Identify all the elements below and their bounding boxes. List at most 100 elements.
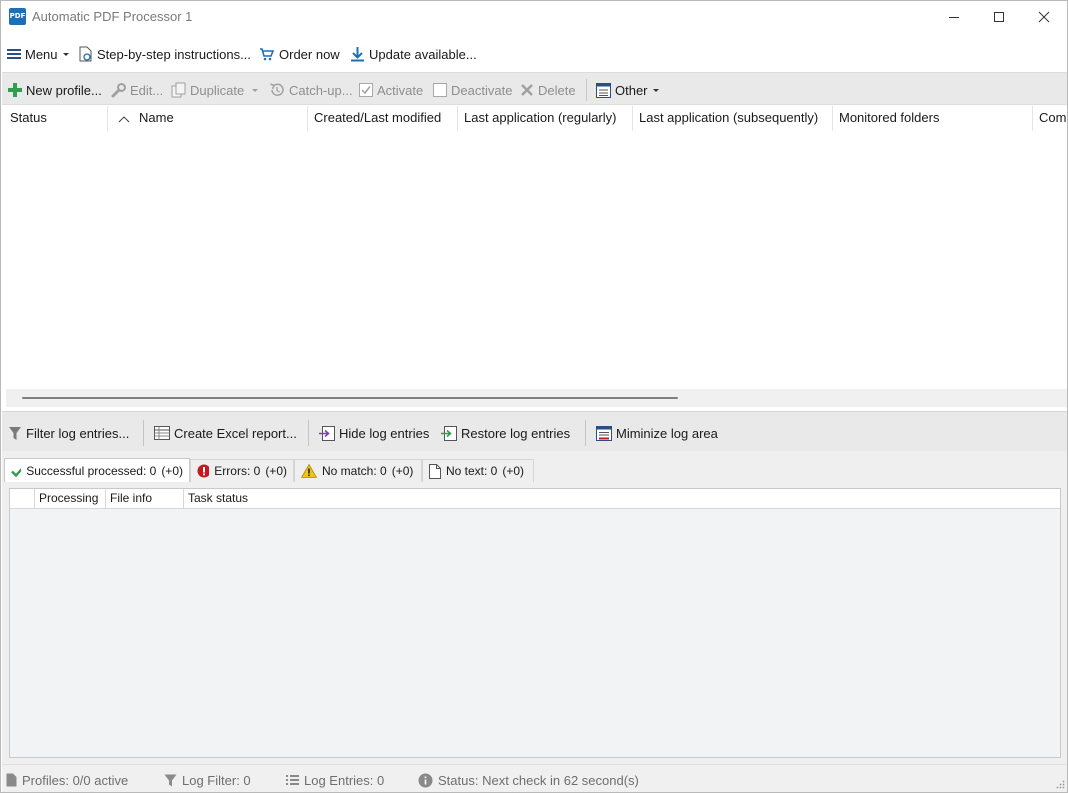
close-icon — [1038, 11, 1050, 23]
filter-log-label: Filter log entries... — [26, 425, 130, 441]
window-title: Automatic PDF Processor 1 — [32, 9, 193, 24]
tab-successful-label: Successful processed: 0 — [26, 463, 157, 478]
toolbar-divider — [143, 420, 144, 446]
hide-log-label: Hide log entries — [339, 425, 430, 441]
profiles-grid-header: Status Name Created/Last modified Last a… — [2, 106, 1067, 131]
close-button[interactable] — [1021, 1, 1067, 33]
tab-errors-label: Errors: 0 — [214, 464, 261, 478]
wrench-icon — [111, 82, 126, 97]
column-header-comment[interactable]: Com — [1031, 106, 1067, 131]
deactivate-label: Deactivate — [451, 82, 513, 98]
new-profile-button[interactable]: New profile... — [8, 80, 102, 100]
instructions-label: Step-by-step instructions... — [97, 46, 251, 62]
status-log-entries: Log Entries: 0 — [286, 771, 384, 789]
filter-icon — [164, 774, 177, 786]
horizontal-scrollbar[interactable] — [6, 389, 1067, 407]
error-icon — [197, 464, 210, 478]
maximize-button[interactable] — [976, 1, 1022, 33]
duplicate-icon — [171, 82, 186, 98]
activate-button[interactable]: Activate — [359, 80, 423, 100]
catch-up-button[interactable]: Catch-up... — [269, 80, 353, 100]
status-bar: Profiles: 0/0 active Log Filter: 0 Log E… — [2, 764, 1067, 792]
instructions-button[interactable]: Step-by-step instructions... — [78, 44, 251, 64]
app-window: PDF Automatic PDF Processor 1 Menu Step-… — [0, 0, 1068, 793]
sort-ascending-icon — [118, 115, 130, 122]
blank-document-icon — [429, 463, 441, 479]
order-now-label: Order now — [279, 46, 340, 62]
duplicate-button[interactable]: Duplicate — [171, 80, 244, 100]
status-next-check: Status: Next check in 62 second(s) — [418, 771, 639, 789]
column-header-processing[interactable]: Processing — [34, 489, 105, 509]
menu-button[interactable]: Menu — [7, 44, 70, 64]
catch-up-label: Catch-up... — [289, 82, 353, 98]
other-button[interactable]: Other — [596, 80, 660, 100]
tab-no-match-delta: (+0) — [391, 464, 414, 478]
delete-x-icon — [521, 84, 533, 96]
column-header-last-application-regularly[interactable]: Last application (regularly) — [456, 106, 631, 131]
tab-successful[interactable]: Successful processed: 0 (+0) — [4, 458, 190, 482]
duplicate-dropdown[interactable] — [251, 80, 259, 100]
chevron-down-icon — [252, 89, 258, 92]
log-grid-header: Processing File info Task status — [10, 489, 1060, 509]
title-bar: PDF Automatic PDF Processor 1 — [1, 1, 1067, 33]
warning-icon — [301, 464, 317, 478]
order-now-button[interactable]: Order now — [259, 44, 340, 64]
edit-label: Edit... — [130, 82, 164, 98]
delete-button[interactable]: Delete — [520, 80, 576, 100]
restore-log-label: Restore log entries — [461, 425, 571, 441]
update-button[interactable]: Update available... — [350, 44, 477, 64]
restore-entries-icon — [441, 425, 457, 441]
history-icon — [270, 83, 284, 96]
minimize-log-button[interactable]: Miminize log area — [596, 423, 718, 443]
column-header-file-info[interactable]: File info — [105, 489, 183, 509]
column-header-task-status[interactable]: Task status — [183, 489, 383, 509]
delete-label: Delete — [538, 82, 576, 98]
profile-toolbar: New profile... Edit... Duplicate Catch-u… — [2, 72, 1067, 105]
log-grid[interactable]: Processing File info Task status — [9, 488, 1061, 758]
filter-log-button[interactable]: Filter log entries... — [8, 423, 129, 443]
restore-log-button[interactable]: Restore log entries — [441, 423, 570, 443]
status-log-filter: Log Filter: 0 — [164, 771, 251, 789]
toolbar-divider — [308, 420, 309, 446]
column-header-created[interactable]: Created/Last modified — [306, 106, 456, 131]
tab-no-text-label: No text: 0 — [446, 464, 498, 478]
log-toolbar: Filter log entries... Create Excel repor… — [2, 411, 1067, 451]
download-icon — [351, 47, 364, 62]
chevron-down-icon — [62, 53, 69, 56]
tab-no-text[interactable]: No text: 0 (+0) — [422, 459, 534, 482]
filter-icon — [9, 426, 21, 440]
deactivate-button[interactable]: Deactivate — [433, 80, 512, 100]
column-header-name[interactable]: Name — [108, 106, 308, 131]
hamburger-icon — [7, 49, 21, 59]
checkmark-icon — [11, 467, 22, 477]
profiles-grid-body[interactable] — [2, 131, 1067, 389]
excel-report-label: Create Excel report... — [174, 425, 297, 441]
column-header-monitored-folders[interactable]: Monitored folders — [831, 106, 1031, 131]
chevron-down-icon — [652, 89, 659, 92]
column-header-status[interactable]: Status — [2, 106, 107, 131]
log-area: Successful processed: 0 (+0) Errors: 0 (… — [2, 451, 1067, 764]
other-label: Other — [615, 82, 648, 98]
tab-errors[interactable]: Errors: 0 (+0) — [190, 459, 294, 482]
minimize-window-icon — [596, 425, 612, 441]
minimize-log-label: Miminize log area — [616, 425, 718, 441]
status-log-entries-text: Log Entries: 0 — [304, 772, 385, 788]
resize-grip-icon[interactable] — [1055, 780, 1065, 790]
scrollbar-thumb[interactable] — [22, 397, 678, 399]
toolbar-divider — [585, 420, 586, 446]
spreadsheet-icon — [154, 426, 170, 440]
column-header-name-label: Name — [139, 110, 174, 125]
tab-no-match[interactable]: No match: 0 (+0) — [294, 459, 422, 482]
tab-successful-delta: (+0) — [161, 463, 183, 478]
document-icon — [6, 773, 17, 787]
minimize-button[interactable] — [931, 1, 977, 33]
column-header-last-application-subsequently[interactable]: Last application (subsequently) — [631, 106, 831, 131]
excel-report-button[interactable]: Create Excel report... — [154, 423, 297, 443]
list-window-icon — [596, 82, 611, 98]
status-profiles-text: Profiles: 0/0 active — [22, 772, 129, 788]
hide-entries-icon — [319, 425, 335, 441]
edit-button[interactable]: Edit... — [111, 80, 163, 100]
pdf-app-icon: PDF — [9, 8, 26, 25]
hide-log-button[interactable]: Hide log entries — [319, 423, 429, 443]
checkbox-checked-icon — [359, 83, 373, 97]
